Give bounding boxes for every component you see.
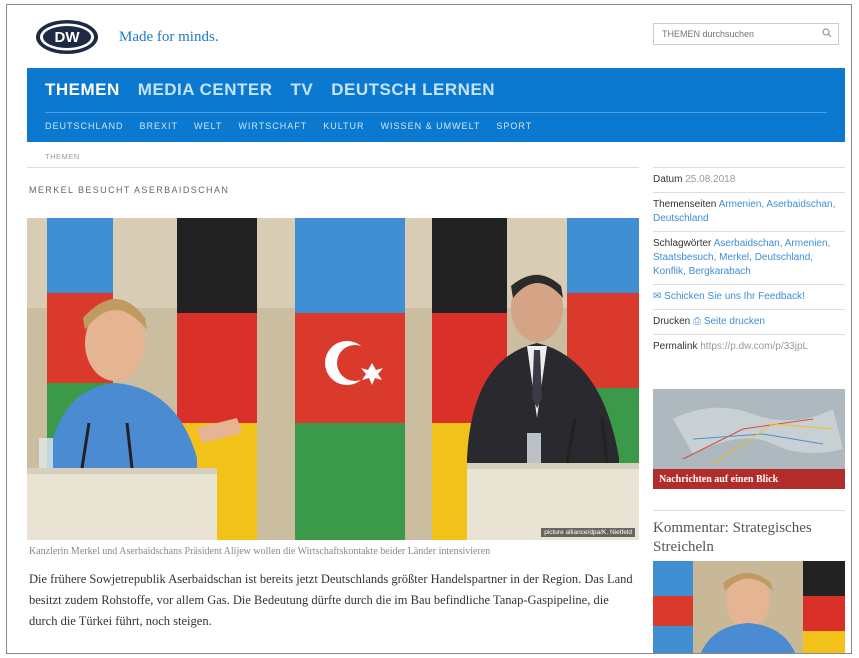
content-divider xyxy=(27,167,639,168)
meta-tags-label: Schlagwörter xyxy=(653,238,712,249)
article-kicker: MERKEL BESUCHT ASERBAIDSCHAN xyxy=(29,185,230,195)
breadcrumb[interactable]: THEMEN xyxy=(45,152,80,161)
subnav-brexit[interactable]: BREXIT xyxy=(140,121,179,131)
subnav-wissen-umwelt[interactable]: WISSEN & UMWELT xyxy=(381,121,481,131)
search-box[interactable] xyxy=(653,23,839,45)
meta-topics: Themenseiten Armenien, Aserbaidschan, De… xyxy=(653,192,845,231)
meta-print: Drucken ⎙ Seite drucken xyxy=(653,309,845,334)
tagline: Made for minds. xyxy=(119,28,219,45)
subnav-welt[interactable]: WELT xyxy=(194,121,222,131)
meta-print-label: Drucken xyxy=(653,316,691,327)
meta-permalink-label: Permalink xyxy=(653,341,698,352)
search-icon[interactable] xyxy=(822,28,832,40)
browser-page: DW Made for minds. THEMEN MEDIA CENTER T… xyxy=(6,4,852,654)
article-meta-sidebar: Datum 25.08.2018 Themenseiten Armenien, … xyxy=(653,167,845,359)
print-link[interactable]: Seite drucken xyxy=(704,316,765,327)
meta-date-value: 25.08.2018 xyxy=(685,174,736,185)
nav-item-themen[interactable]: THEMEN xyxy=(45,80,120,100)
kommentar-title[interactable]: Kommentar: Strategisches Streicheln xyxy=(653,519,845,557)
subnav-deutschland[interactable]: DEUTSCHLAND xyxy=(45,121,124,131)
image-caption: Kanzlerin Merkel und Aserbaidschans Präs… xyxy=(29,546,491,557)
hero-photo-illustration xyxy=(27,218,639,540)
subnav-kultur[interactable]: KULTUR xyxy=(323,121,364,131)
article-lead: Die frühere Sowjetrepublik Aserbaidschan… xyxy=(29,572,633,628)
meta-permalink: Permalink https://p.dw.com/p/33jpL xyxy=(653,334,845,359)
search-input[interactable] xyxy=(660,28,814,40)
photo-credit: picture alliance/dpa/K. Nietfeld xyxy=(541,528,635,537)
feedback-link[interactable]: ✉ Schicken Sie uns Ihr Feedback! xyxy=(653,284,845,309)
dw-logo[interactable]: DW Made for minds. xyxy=(35,19,219,55)
nav-item-deutsch-lernen[interactable]: DEUTSCH LERNEN xyxy=(331,80,495,100)
subnav-wirtschaft[interactable]: WIRTSCHAFT xyxy=(238,121,307,131)
meta-date: Datum 25.08.2018 xyxy=(653,167,845,192)
nav-main-list: THEMEN MEDIA CENTER TV DEUTSCH LERNEN xyxy=(45,80,495,100)
teaser-news-label[interactable]: Nachrichten auf einen Blick xyxy=(653,469,845,489)
sidebar-divider xyxy=(653,510,845,511)
teaser-news-overview[interactable]: Nachrichten auf einen Blick xyxy=(653,389,845,489)
podium-left xyxy=(27,468,217,540)
nav-item-tv[interactable]: TV xyxy=(291,80,314,100)
print-icon: ⎙ xyxy=(693,316,702,327)
nav-item-media-center[interactable]: MEDIA CENTER xyxy=(138,80,273,100)
kommentar-photo-illustration xyxy=(653,561,845,653)
dw-logo-icon: DW xyxy=(35,19,99,55)
meta-topics-label: Themenseiten xyxy=(653,199,717,210)
subnav-sport[interactable]: SPORT xyxy=(496,121,532,131)
feedback-link-label[interactable]: Schicken Sie uns Ihr Feedback! xyxy=(664,291,805,302)
mail-icon: ✉ xyxy=(653,291,662,302)
svg-text:DW: DW xyxy=(55,29,81,46)
article-hero-image[interactable]: picture alliance/dpa/K. Nietfeld xyxy=(27,218,639,540)
main-navigation: THEMEN MEDIA CENTER TV DEUTSCH LERNEN DE… xyxy=(27,68,845,142)
meta-tags: Schlagwörter Aserbaidschan, Armenien, St… xyxy=(653,231,845,284)
meta-permalink-value[interactable]: https://p.dw.com/p/33jpL xyxy=(700,341,808,352)
flag-azerbaijan-center xyxy=(295,218,405,540)
nav-divider xyxy=(45,112,827,113)
nav-sub-list: DEUTSCHLAND BREXIT WELT WIRTSCHAFT KULTU… xyxy=(45,121,532,131)
meta-date-label: Datum xyxy=(653,174,683,185)
teaser-kommentar-image[interactable] xyxy=(653,561,845,653)
